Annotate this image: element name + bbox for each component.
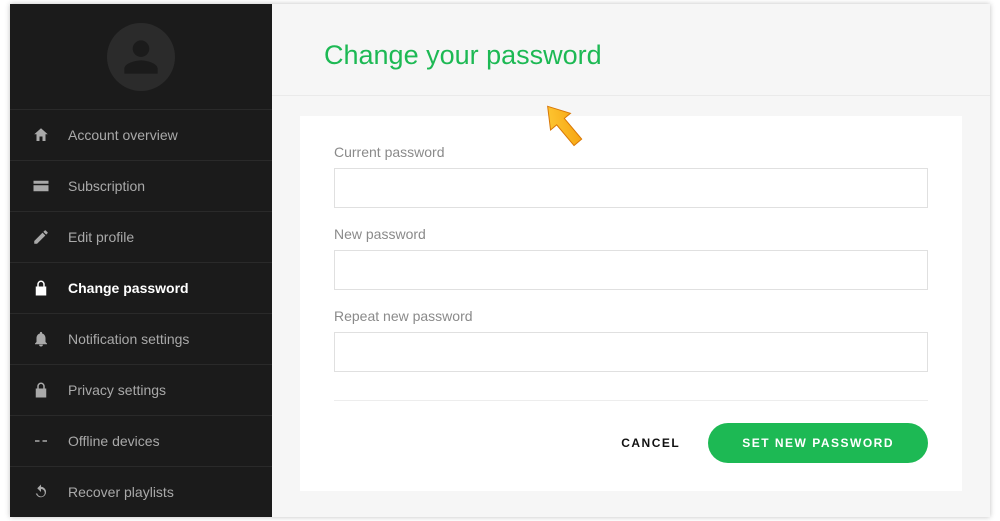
sidebar: Account overview Subscription Edit profi… — [10, 4, 272, 517]
current-password-input[interactable] — [334, 168, 928, 208]
sidebar-item-subscription[interactable]: Subscription — [10, 161, 272, 212]
refresh-icon — [32, 483, 50, 501]
pencil-icon — [32, 228, 50, 246]
set-new-password-button[interactable]: SET NEW PASSWORD — [708, 423, 928, 463]
cancel-button[interactable]: CANCEL — [621, 436, 680, 450]
devices-icon — [32, 432, 50, 450]
sidebar-item-account-overview[interactable]: Account overview — [10, 110, 272, 161]
form-divider — [334, 400, 928, 401]
sidebar-item-label: Recover playlists — [68, 484, 174, 500]
form-actions: CANCEL SET NEW PASSWORD — [334, 423, 928, 471]
home-icon — [32, 126, 50, 144]
avatar[interactable] — [107, 23, 175, 91]
sidebar-item-change-password[interactable]: Change password — [10, 263, 272, 314]
main-content: Change your password Current password Ne… — [272, 4, 990, 517]
sidebar-item-label: Account overview — [68, 127, 178, 143]
sidebar-item-offline-devices[interactable]: Offline devices — [10, 416, 272, 467]
new-password-field: New password — [334, 226, 928, 290]
password-form-card: Current password New password Repeat new… — [300, 116, 962, 491]
repeat-password-input[interactable] — [334, 332, 928, 372]
user-icon — [121, 37, 161, 77]
sidebar-item-label: Change password — [68, 280, 189, 296]
sidebar-item-recover-playlists[interactable]: Recover playlists — [10, 467, 272, 517]
sidebar-item-label: Subscription — [68, 178, 145, 194]
sidebar-item-notification-settings[interactable]: Notification settings — [10, 314, 272, 365]
repeat-password-field: Repeat new password — [334, 308, 928, 372]
current-password-label: Current password — [334, 144, 928, 160]
sidebar-item-privacy-settings[interactable]: Privacy settings — [10, 365, 272, 416]
repeat-password-label: Repeat new password — [334, 308, 928, 324]
current-password-field: Current password — [334, 144, 928, 208]
sidebar-item-label: Privacy settings — [68, 382, 166, 398]
new-password-label: New password — [334, 226, 928, 242]
sidebar-item-label: Edit profile — [68, 229, 134, 245]
lock-icon — [32, 381, 50, 399]
avatar-area — [10, 4, 272, 110]
sidebar-item-label: Notification settings — [68, 331, 189, 347]
bell-icon — [32, 330, 50, 348]
app-frame: Account overview Subscription Edit profi… — [10, 4, 990, 517]
card-icon — [32, 177, 50, 195]
sidebar-item-label: Offline devices — [68, 433, 160, 449]
new-password-input[interactable] — [334, 250, 928, 290]
sidebar-item-edit-profile[interactable]: Edit profile — [10, 212, 272, 263]
page-title: Change your password — [272, 4, 990, 96]
lock-icon — [32, 279, 50, 297]
